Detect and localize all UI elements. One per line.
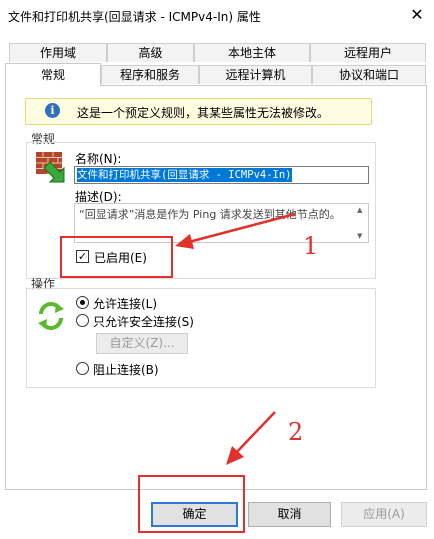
apply-button[interactable]: 应用(A) (341, 502, 427, 527)
block-label: 阻止连接(B) (93, 363, 159, 377)
window-title: 文件和打印机共享(回显请求 - ICMPv4-In) 属性 (8, 10, 261, 24)
scroll-up-icon[interactable]: ▲ (357, 206, 362, 214)
tab-scope[interactable]: 作用域 (9, 43, 107, 62)
tab-remote-users[interactable]: 远程用户 (310, 43, 426, 62)
close-icon[interactable]: ✕ (404, 3, 430, 27)
cancel-button[interactable]: 取消 (248, 502, 331, 527)
name-label: 名称(N): (75, 152, 122, 166)
scroll-down-icon[interactable]: ▼ (357, 232, 362, 240)
tab-protocols-ports[interactable]: 协议和端口 (312, 65, 426, 84)
allow-radio[interactable] (76, 296, 89, 309)
description-scrollbar[interactable]: ▲ ▼ (355, 205, 367, 241)
title-bar: 文件和打印机共享(回显请求 - ICMPv4-In) 属性 ✕ (0, 0, 434, 31)
refresh-icon (35, 300, 67, 332)
annotation-number-2: 2 (288, 418, 304, 446)
annotation-box-2 (138, 475, 245, 533)
annotation-box-1 (60, 236, 173, 278)
tab-programs-services[interactable]: 程序和服务 (101, 65, 199, 84)
block-radio[interactable] (76, 362, 89, 375)
allow-secure-radio[interactable] (76, 314, 89, 327)
tab-remote-computers[interactable]: 远程计算机 (199, 65, 312, 84)
firewall-rule-icon (34, 150, 68, 184)
name-field-value: 文件和打印机共享(回显请求 - ICMPv4-In) (77, 168, 292, 182)
tab-advanced[interactable]: 高级 (107, 43, 194, 62)
allow-secure-label: 只允许安全连接(S) (93, 315, 194, 329)
name-field[interactable]: 文件和打印机共享(回显请求 - ICMPv4-In) (74, 166, 369, 184)
allow-label: 允许连接(L) (93, 297, 158, 311)
tab-general[interactable]: 常规 (5, 63, 101, 86)
tab-local-principals[interactable]: 本地主体 (194, 43, 310, 62)
info-icon: i (45, 103, 60, 118)
customize-button[interactable]: 自定义(Z)... (96, 333, 188, 354)
info-text: 这是一个预定义规则，其某些属性无法被修改。 (77, 106, 330, 120)
description-text: “回显请求”消息是作为 Ping 请求发送到其他节点的。 (79, 208, 341, 221)
annotation-number-1: 1 (303, 232, 319, 260)
